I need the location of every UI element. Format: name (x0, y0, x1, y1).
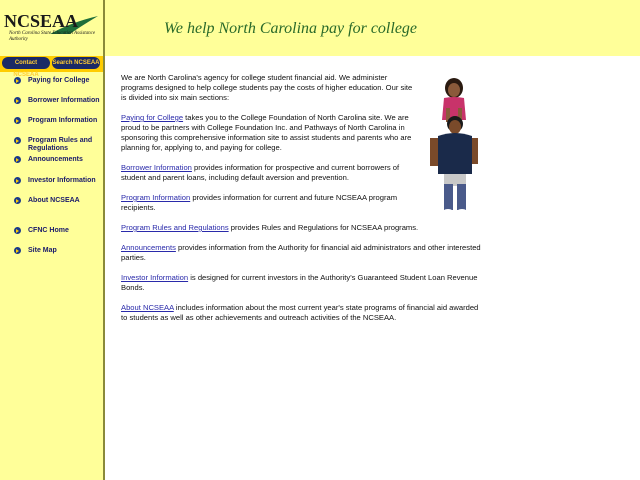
section-description: provides Rules and Regulations for NCSEA… (228, 223, 419, 232)
sidebar-item-label: Program Rules and Regulations (28, 137, 93, 152)
page-tagline: We help North Carolina pay for college (164, 20, 418, 37)
section-paragraph: Borrower Information provides informatio… (121, 163, 413, 183)
top-button-bar: Contact NCSEAA Search NCSEAA (0, 56, 103, 78)
arrow-bullet-icon (14, 197, 21, 204)
logo-subtitle: North Carolina State Education Assistanc… (9, 31, 96, 42)
arrow-bullet-icon (14, 177, 21, 184)
section-paragraph: Program Information provides information… (121, 193, 413, 213)
search-ncseaa-button[interactable]: Search NCSEAA (52, 57, 100, 69)
section-paragraph: About NCSEAA includes information about … (121, 303, 481, 323)
program-rules-link[interactable]: Program Rules and Regulations (121, 223, 229, 232)
arrow-bullet-icon (14, 97, 21, 104)
investor-information-link[interactable]: Investor Information (121, 273, 188, 282)
arrow-bullet-icon (14, 227, 21, 234)
about-ncseaa-link[interactable]: About NCSEAA (121, 303, 174, 312)
section-description: includes information about the most curr… (121, 303, 479, 322)
sidebar-item-label: Announcements (28, 156, 83, 163)
section-paragraph: Paying for College takes you to the Coll… (121, 113, 413, 153)
section-paragraph: Announcements provides information from … (121, 243, 481, 263)
sidebar-item-label: Site Map (28, 247, 57, 254)
sidebar-item-label: Paying for College (28, 77, 90, 84)
arrow-bullet-icon (14, 247, 21, 254)
contact-ncseaa-button[interactable]: Contact NCSEAA (2, 57, 50, 78)
sidebar-item-label: Investor Information (28, 177, 96, 184)
section-description: provides information from the Authority … (121, 243, 481, 262)
arrow-bullet-icon (14, 137, 21, 144)
paying-for-college-link[interactable]: Paying for College (121, 113, 183, 122)
sidebar-item-label: CFNC Home (28, 227, 69, 234)
arrow-bullet-icon (14, 117, 21, 124)
sidebar-item-label: Borrower Information (28, 97, 100, 104)
main-content: We are North Carolina's agency for colle… (121, 73, 481, 333)
logo-text: NCSEAA (4, 11, 79, 31)
arrow-bullet-icon (14, 77, 21, 84)
intro-paragraph: We are North Carolina's agency for colle… (121, 73, 413, 102)
section-paragraph: Investor Information is designed for cur… (121, 273, 481, 293)
sidebar-item-label: About NCSEAA (28, 197, 80, 204)
sidebar-item-label: Program Information (28, 117, 98, 124)
section-paragraph: Program Rules and Regulations provides R… (121, 223, 461, 233)
announcements-link[interactable]: Announcements (121, 243, 176, 252)
program-information-link[interactable]: Program Information (121, 193, 190, 202)
borrower-information-link[interactable]: Borrower Information (121, 163, 192, 172)
students-photo (430, 78, 478, 217)
arrow-bullet-icon (14, 156, 21, 163)
